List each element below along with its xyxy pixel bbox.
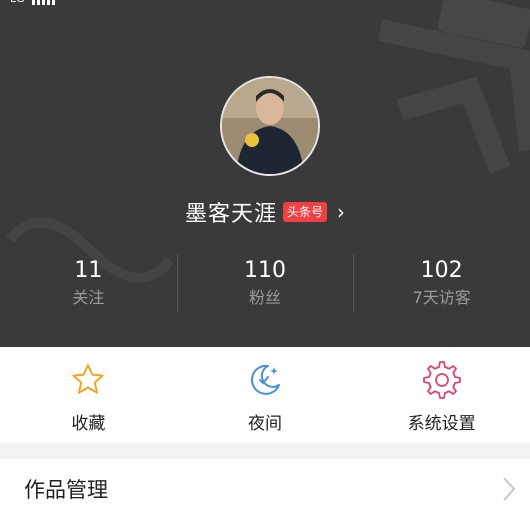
night-mode-button[interactable]: 夜间 (177, 347, 354, 443)
works-management-label: 作品管理 (24, 478, 108, 502)
stat-value: 102 (420, 258, 463, 283)
chevron-right-icon (503, 477, 516, 501)
stat-visitors[interactable]: 102 7天访客 (353, 254, 530, 312)
chevron-right-icon: › (337, 200, 346, 224)
stat-value: 110 (244, 258, 286, 283)
system-settings-button[interactable]: 系统设置 (353, 347, 530, 443)
stats-row: 11 关注 110 粉丝 102 7天访客 (0, 254, 530, 312)
avatar-photo (222, 78, 318, 174)
favorites-button[interactable]: 收藏 (0, 347, 177, 443)
toutiao-badge: 头条号 (283, 202, 328, 222)
star-icon (72, 364, 104, 394)
carrier-label: LG (10, 0, 25, 5)
stat-fans[interactable]: 110 粉丝 (176, 254, 354, 312)
stat-label: 粉丝 (249, 288, 282, 307)
profile-header: LG 墨客天涯 头条号 › 11 关注 110 粉丝 102 7天访客 (0, 0, 530, 347)
system-settings-label: 系统设置 (407, 414, 476, 434)
stat-label: 关注 (72, 288, 105, 307)
stat-label: 7天访客 (412, 288, 471, 307)
stat-value: 11 (74, 258, 103, 283)
favorites-label: 收藏 (71, 414, 106, 434)
signal-icon (31, 0, 55, 5)
night-mode-label: 夜间 (248, 414, 282, 434)
profile-name-row[interactable]: 墨客天涯 头条号 › (0, 196, 530, 228)
quick-actions: 收藏 夜间 系统设置 (0, 347, 530, 443)
status-bar: LG (10, 0, 55, 5)
works-management-item[interactable]: 作品管理 (0, 459, 530, 519)
username: 墨客天涯 (184, 202, 277, 227)
gear-icon (422, 361, 461, 399)
stat-following[interactable]: 11 关注 (0, 254, 177, 312)
avatar[interactable] (220, 76, 320, 176)
moon-icon (250, 364, 280, 395)
